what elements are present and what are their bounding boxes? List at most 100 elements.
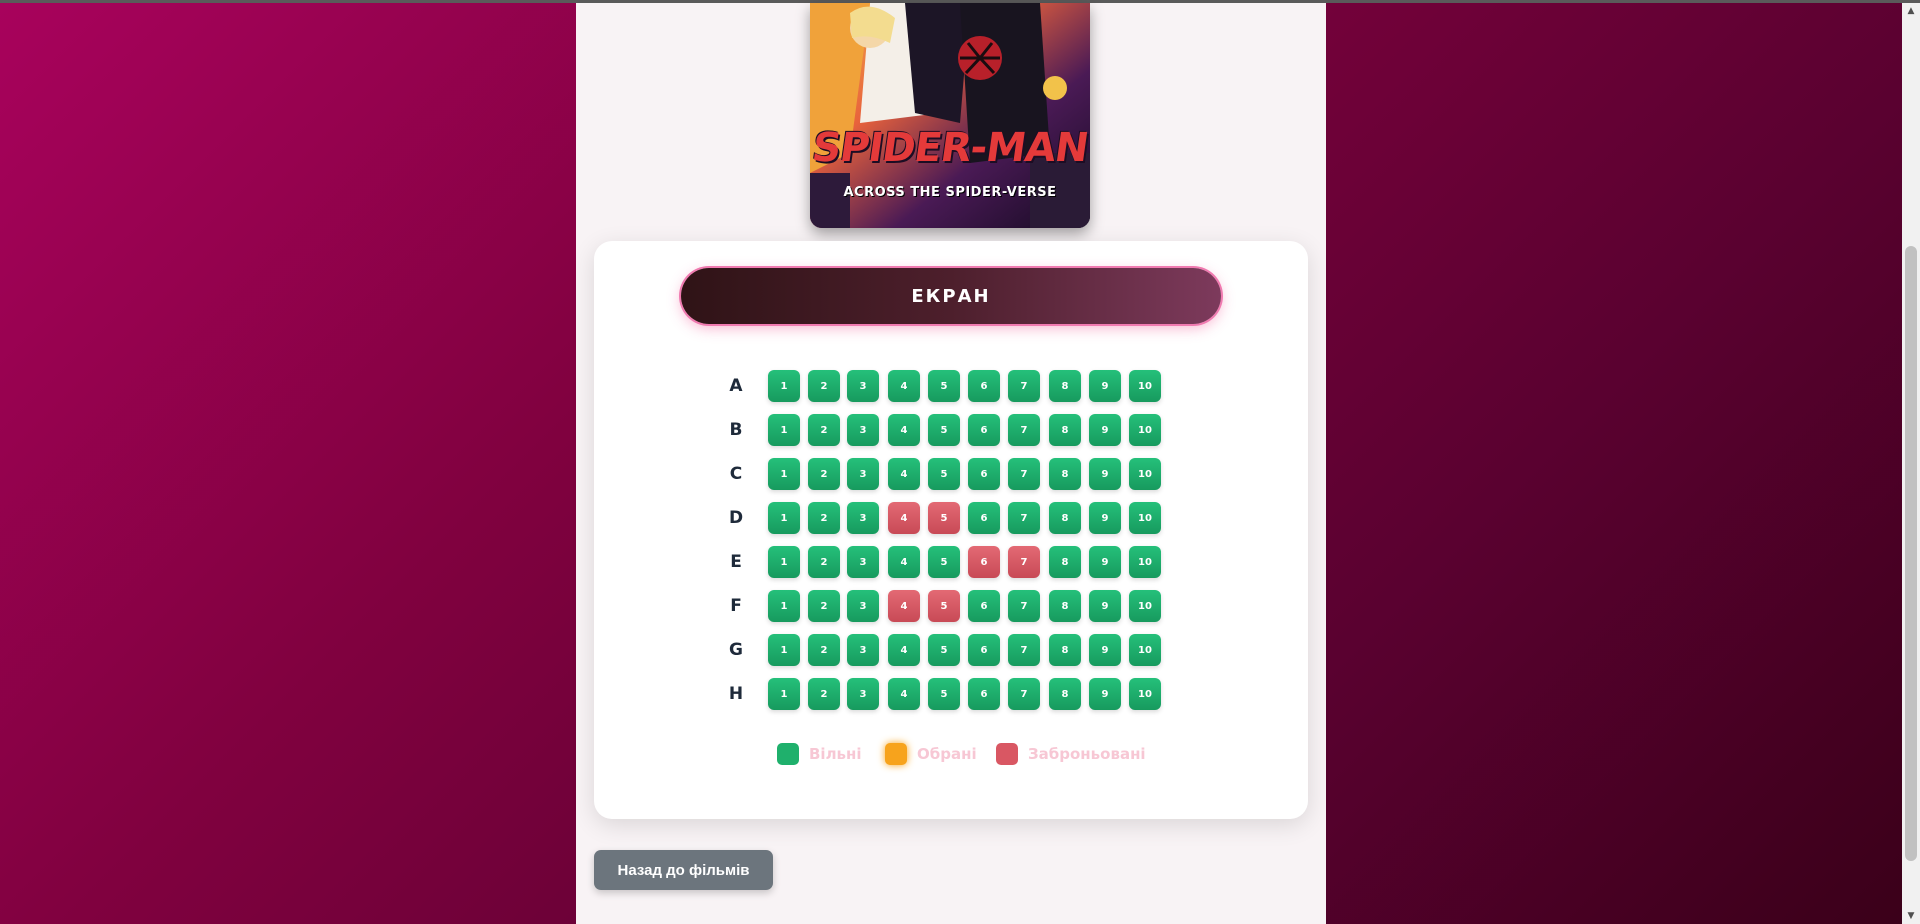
seat-c2-free[interactable]: 2 [808,458,840,490]
poster-title: SPIDER-MAN [810,125,1090,171]
seat-h2-free[interactable]: 2 [808,678,840,710]
seat-g7-free[interactable]: 7 [1008,634,1040,666]
seat-b2-free[interactable]: 2 [808,414,840,446]
seat-h4-free[interactable]: 4 [888,678,920,710]
seat-b6-free[interactable]: 6 [968,414,1000,446]
seat-a5-free[interactable]: 5 [928,370,960,402]
seat-row-a: A 1 2 3 4 5 6 7 8 9 10 [724,369,1164,403]
seat-d10-free[interactable]: 10 [1129,502,1161,534]
seat-g8-free[interactable]: 8 [1049,634,1081,666]
seat-b3-free[interactable]: 3 [847,414,879,446]
legend-label-free: Вільні [809,745,862,763]
seat-row-c: C 1 2 3 4 5 6 7 8 9 10 [724,457,1164,491]
seat-f10-free[interactable]: 10 [1129,590,1161,622]
seat-a10-free[interactable]: 10 [1129,370,1161,402]
seat-g1-free[interactable]: 1 [768,634,800,666]
seat-e2-free[interactable]: 2 [808,546,840,578]
seat-b4-free[interactable]: 4 [888,414,920,446]
seat-legend: Вільні Обрані Заброньовані [594,739,1308,769]
seat-h3-free[interactable]: 3 [847,678,879,710]
seat-d7-free[interactable]: 7 [1008,502,1040,534]
seat-e3-free[interactable]: 3 [847,546,879,578]
seat-c9-free[interactable]: 9 [1089,458,1121,490]
seat-h8-free[interactable]: 8 [1049,678,1081,710]
seat-d6-free[interactable]: 6 [968,502,1000,534]
seat-e4-free[interactable]: 4 [888,546,920,578]
legend-swatch-selected [885,743,907,765]
legend-item-selected: Обрані [885,739,977,769]
seat-c4-free[interactable]: 4 [888,458,920,490]
seat-g5-free[interactable]: 5 [928,634,960,666]
legend-swatch-booked [996,743,1018,765]
seat-a7-free[interactable]: 7 [1008,370,1040,402]
seat-a6-free[interactable]: 6 [968,370,1000,402]
seat-f6-free[interactable]: 6 [968,590,1000,622]
seat-e8-free[interactable]: 8 [1049,546,1081,578]
seat-a2-free[interactable]: 2 [808,370,840,402]
seat-d4-booked: 4 [888,502,920,534]
seat-b5-free[interactable]: 5 [928,414,960,446]
seat-c6-free[interactable]: 6 [968,458,1000,490]
vertical-scrollbar[interactable]: ▲ ▼ [1902,3,1920,924]
seat-g9-free[interactable]: 9 [1089,634,1121,666]
seat-g6-free[interactable]: 6 [968,634,1000,666]
seat-d3-free[interactable]: 3 [847,502,879,534]
seat-e5-free[interactable]: 5 [928,546,960,578]
row-label: E [730,552,742,572]
seat-b1-free[interactable]: 1 [768,414,800,446]
seat-b8-free[interactable]: 8 [1049,414,1081,446]
seat-h10-free[interactable]: 10 [1129,678,1161,710]
movie-poster: SPIDER-MAN ACROSS THE SPIDER-VERSE [810,3,1090,228]
seat-selection-card: ЕКРАН A 1 2 3 4 5 6 7 8 9 10 B 1 2 3 4 5 6 7 8 9 10 C 1 2 3 4 5 6 7 8 9… [594,241,1308,819]
seat-g10-free[interactable]: 10 [1129,634,1161,666]
seat-a4-free[interactable]: 4 [888,370,920,402]
seat-row-d: D 1 2 3 4 5 6 7 8 9 10 [724,501,1164,535]
seat-f3-free[interactable]: 3 [847,590,879,622]
back-to-movies-button[interactable]: Назад до фільмів [594,850,773,890]
scroll-up-icon[interactable]: ▲ [1902,3,1920,19]
row-label: A [729,376,743,396]
seat-h1-free[interactable]: 1 [768,678,800,710]
seat-b10-free[interactable]: 10 [1129,414,1161,446]
seat-f7-free[interactable]: 7 [1008,590,1040,622]
seat-h6-free[interactable]: 6 [968,678,1000,710]
legend-swatch-free [777,743,799,765]
seat-a9-free[interactable]: 9 [1089,370,1121,402]
seat-d2-free[interactable]: 2 [808,502,840,534]
scroll-thumb[interactable] [1905,246,1917,861]
seat-d1-free[interactable]: 1 [768,502,800,534]
seat-d9-free[interactable]: 9 [1089,502,1121,534]
scroll-down-icon[interactable]: ▼ [1902,908,1920,924]
seat-c1-free[interactable]: 1 [768,458,800,490]
seat-f9-free[interactable]: 9 [1089,590,1121,622]
seat-f8-free[interactable]: 8 [1049,590,1081,622]
row-label: F [730,596,742,616]
seat-b7-free[interactable]: 7 [1008,414,1040,446]
row-label: H [728,684,744,704]
seat-c5-free[interactable]: 5 [928,458,960,490]
seat-h7-free[interactable]: 7 [1008,678,1040,710]
seat-c10-free[interactable]: 10 [1129,458,1161,490]
seat-a8-free[interactable]: 8 [1049,370,1081,402]
seat-e9-free[interactable]: 9 [1089,546,1121,578]
row-label: C [729,464,743,484]
row-label: G [729,640,743,660]
seat-g2-free[interactable]: 2 [808,634,840,666]
seat-c7-free[interactable]: 7 [1008,458,1040,490]
seat-h5-free[interactable]: 5 [928,678,960,710]
seat-a3-free[interactable]: 3 [847,370,879,402]
seat-d8-free[interactable]: 8 [1049,502,1081,534]
seat-b9-free[interactable]: 9 [1089,414,1121,446]
seat-h9-free[interactable]: 9 [1089,678,1121,710]
seat-f2-free[interactable]: 2 [808,590,840,622]
legend-item-free: Вільні [777,739,862,769]
seat-c3-free[interactable]: 3 [847,458,879,490]
seat-f1-free[interactable]: 1 [768,590,800,622]
seat-g4-free[interactable]: 4 [888,634,920,666]
seat-g3-free[interactable]: 3 [847,634,879,666]
legend-label-selected: Обрані [917,745,977,763]
seat-e10-free[interactable]: 10 [1129,546,1161,578]
seat-e1-free[interactable]: 1 [768,546,800,578]
seat-c8-free[interactable]: 8 [1049,458,1081,490]
seat-a1-free[interactable]: 1 [768,370,800,402]
